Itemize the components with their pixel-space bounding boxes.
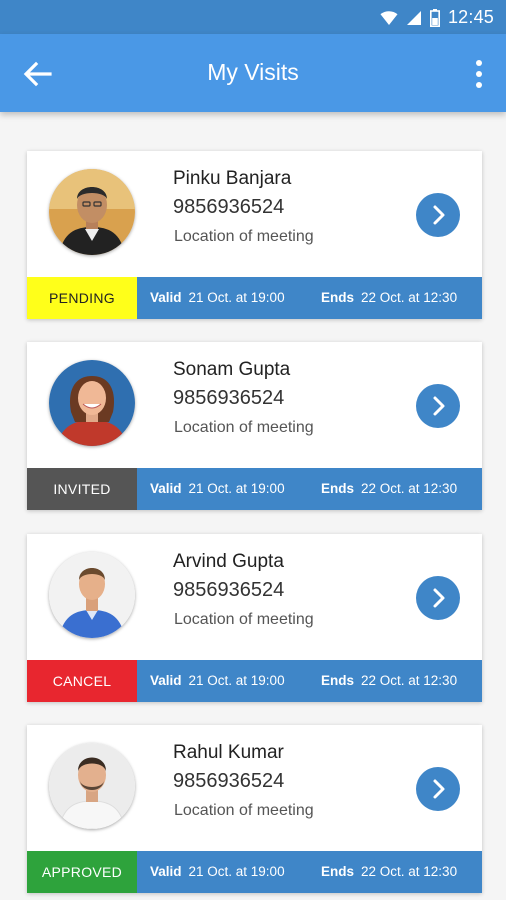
- valid-label: Valid: [150, 673, 182, 688]
- avatar: [49, 743, 135, 829]
- valid-label: Valid: [150, 864, 182, 879]
- ends-range: Ends 22 Oct. at 12:30: [321, 277, 457, 319]
- ends-label: Ends: [321, 481, 355, 496]
- meeting-location: Location of meeting: [174, 802, 314, 819]
- ends-range: Ends 22 Oct. at 12:30: [321, 660, 457, 702]
- chevron-right-icon: [433, 396, 445, 416]
- status-icons: 12:45: [380, 7, 494, 28]
- wifi-icon: [380, 10, 398, 25]
- valid-label: Valid: [150, 290, 182, 305]
- ends-value: 22 Oct. at 12:30: [361, 864, 458, 879]
- ends-value: 22 Oct. at 12:30: [361, 673, 458, 688]
- visitor-phone: 9856936524: [173, 579, 285, 601]
- valid-value: 21 Oct. at 19:00: [188, 481, 285, 496]
- visit-info-strip: APPROVED Valid 21 Oct. at 19:00 Ends 22 Oc…: [27, 851, 482, 893]
- visit-card[interactable]: Sonam Gupta 9856936524 Location of meeti…: [27, 342, 482, 510]
- visitor-phone: 9856936524: [173, 196, 285, 218]
- valid-value: 21 Oct. at 19:00: [188, 290, 285, 305]
- avatar: [49, 360, 135, 446]
- open-visit-button[interactable]: [416, 384, 460, 428]
- battery-icon: [429, 8, 440, 27]
- app-bar: My Visits: [0, 34, 506, 112]
- avatar: [49, 169, 135, 255]
- valid-value: 21 Oct. at 19:00: [188, 864, 285, 879]
- signal-icon: [406, 10, 421, 25]
- visit-card[interactable]: Rahul Kumar 9856936524 Location of meeti…: [27, 725, 482, 893]
- visit-info-strip: PENDING Valid 21 Oct. at 19:00 Ends 22 Oct…: [27, 277, 482, 319]
- ends-value: 22 Oct. at 12:30: [361, 290, 458, 305]
- visit-timing: Valid 21 Oct. at 19:00 Ends 22 Oct. at 12:…: [137, 277, 482, 319]
- visit-info-strip: CANCEL Valid 21 Oct. at 19:00 Ends 22 Oct.…: [27, 660, 482, 702]
- ends-label: Ends: [321, 864, 355, 879]
- visitor-name: Rahul Kumar: [173, 742, 284, 763]
- visitor-name: Arvind Gupta: [173, 551, 284, 572]
- visitor-phone: 9856936524: [173, 387, 285, 409]
- status-time: 12:45: [447, 7, 494, 27]
- meeting-location: Location of meeting: [174, 228, 314, 245]
- visit-card[interactable]: Arvind Gupta 9856936524 Location of meet…: [27, 534, 482, 702]
- valid-value: 21 Oct. at 19:00: [188, 673, 285, 688]
- visitor-name: Pinku Banjara: [173, 168, 292, 189]
- open-visit-button[interactable]: [416, 193, 460, 237]
- open-visit-button[interactable]: [416, 767, 460, 811]
- chevron-right-icon: [433, 205, 445, 225]
- visit-info-strip: INVITED Valid 21 Oct. at 19:00 Ends 22 Oct…: [27, 468, 482, 510]
- chevron-right-icon: [433, 779, 445, 799]
- chevron-right-icon: [433, 588, 445, 608]
- meeting-location: Location of meeting: [174, 419, 314, 436]
- valid-range: Valid 21 Oct. at 19:00: [150, 851, 285, 893]
- ends-range: Ends 22 Oct. at 12:30: [321, 851, 457, 893]
- status-badge: PENDING: [27, 277, 137, 319]
- visit-card[interactable]: Pinku Banjara 9856936524 Location of mee…: [27, 151, 482, 319]
- ends-label: Ends: [321, 290, 355, 305]
- valid-range: Valid 21 Oct. at 19:00: [150, 277, 285, 319]
- avatar: [49, 552, 135, 638]
- valid-label: Valid: [150, 481, 182, 496]
- visit-timing: Valid 21 Oct. at 19:00 Ends 22 Oct. at 12:…: [137, 468, 482, 510]
- visit-timing: Valid 21 Oct. at 19:00 Ends 22 Oct. at 12:…: [137, 851, 482, 893]
- open-visit-button[interactable]: [416, 576, 460, 620]
- valid-range: Valid 21 Oct. at 19:00: [150, 468, 285, 510]
- ends-label: Ends: [321, 673, 355, 688]
- ends-value: 22 Oct. at 12:30: [361, 481, 458, 496]
- status-bar: 12:45: [0, 0, 506, 34]
- status-badge: APPROVED: [27, 851, 137, 893]
- valid-range: Valid 21 Oct. at 19:00: [150, 660, 285, 702]
- more-menu-button[interactable]: [472, 58, 486, 90]
- meeting-location: Location of meeting: [174, 611, 314, 628]
- page-title: My Visits: [207, 59, 299, 85]
- status-badge: CANCEL: [27, 660, 137, 702]
- status-badge: INVITED: [27, 468, 137, 510]
- visitor-name: Sonam Gupta: [173, 359, 291, 380]
- ends-range: Ends 22 Oct. at 12:30: [321, 468, 457, 510]
- visitor-phone: 9856936524: [173, 770, 285, 792]
- more-vertical-icon: [476, 60, 482, 88]
- visit-timing: Valid 21 Oct. at 19:00 Ends 22 Oct. at 12:…: [137, 660, 482, 702]
